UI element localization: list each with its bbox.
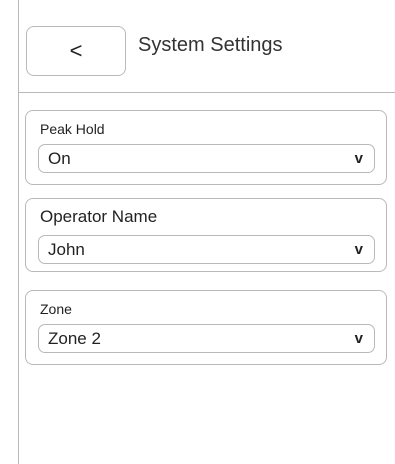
chevron-down-icon: v (354, 150, 363, 167)
setting-label: Operator Name (40, 207, 158, 226)
chevron-down-icon: v (354, 241, 363, 258)
setting-card-operator-name: Operator Name John v (25, 198, 387, 272)
setting-label: Peak Hold (40, 121, 105, 137)
select-value: Zone 2 (48, 328, 101, 348)
zone-select[interactable]: Zone 2 v (38, 324, 375, 353)
back-icon: < (69, 38, 83, 63)
setting-card-peak-hold: Peak Hold On v (25, 110, 387, 185)
operator-name-select[interactable]: John v (38, 235, 375, 264)
select-value: John (48, 239, 85, 259)
peak-hold-select[interactable]: On v (38, 144, 375, 173)
select-value: On (48, 148, 71, 168)
setting-card-zone: Zone Zone 2 v (25, 290, 387, 365)
page-title: System Settings (138, 34, 283, 56)
back-button[interactable]: < (26, 26, 126, 76)
setting-label: Zone (40, 301, 72, 317)
header-divider (18, 92, 395, 93)
chevron-down-icon: v (354, 330, 363, 347)
